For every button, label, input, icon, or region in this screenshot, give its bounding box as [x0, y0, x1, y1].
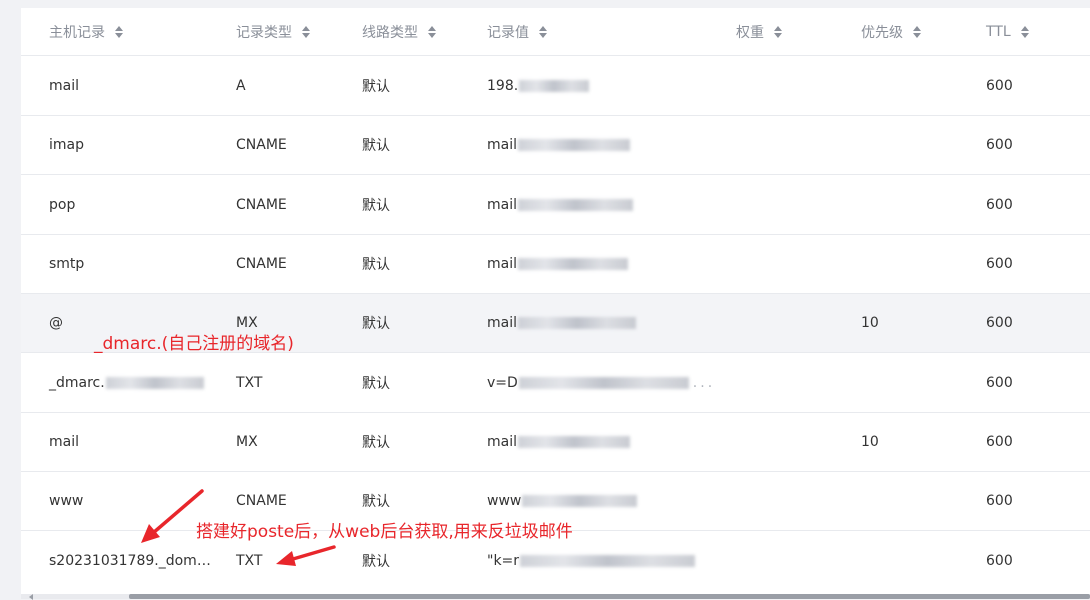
line-cell: 默认 — [362, 376, 390, 392]
value-cell: mail — [487, 294, 636, 352]
poste-annotation: 搭建好poste后，从web后台获取,用来反垃圾邮件 — [196, 522, 573, 542]
table-row[interactable]: mail A 默认 198. 600 — [21, 57, 1090, 116]
host-text: _dmarc. — [49, 375, 105, 391]
line-cell: 默认 — [362, 138, 390, 154]
sort-icon[interactable] — [115, 25, 123, 38]
ttl-cell: 600 — [986, 493, 1013, 509]
ttl-cell: 600 — [986, 315, 1013, 331]
host-cell: mail — [49, 434, 79, 450]
redacted-value — [520, 554, 696, 567]
column-header-type-label: 记录类型 — [236, 24, 292, 41]
redacted-domain — [105, 377, 204, 389]
value-text: mail — [487, 315, 517, 331]
table-row[interactable]: imap CNAME 默认 mail 600 — [21, 116, 1090, 175]
column-header-weight-label: 权重 — [736, 24, 764, 41]
value-cell: mail — [487, 176, 633, 234]
value-text: mail — [487, 434, 517, 450]
column-header-priority-label: 优先级 — [861, 24, 903, 41]
value-cell: mail — [487, 413, 630, 471]
column-header-line[interactable]: 线路类型 — [362, 8, 436, 55]
table-row[interactable]: _dmarc. TXT 默认 v=D... 600 — [21, 354, 1090, 413]
ttl-cell: 600 — [986, 256, 1013, 272]
table-row[interactable]: mail MX 默认 mail 10 600 — [21, 413, 1090, 472]
redacted-value — [518, 377, 689, 389]
ttl-cell: 600 — [986, 552, 1013, 569]
redacted-value — [518, 139, 630, 151]
line-cell: 默认 — [362, 79, 390, 95]
column-header-ttl[interactable]: TTL — [986, 8, 1029, 55]
ttl-cell: 600 — [986, 197, 1013, 213]
value-cell: 198. — [487, 57, 590, 115]
line-cell: 默认 — [362, 435, 390, 451]
host-cell: _dmarc. — [49, 354, 204, 412]
scroll-left-arrow-icon[interactable] — [29, 594, 33, 600]
ttl-cell: 600 — [986, 375, 1013, 391]
dns-records-table: 主机记录 记录类型 线路类型 记录值 权重 优先级 TTL mail A 默认 … — [21, 8, 1090, 594]
line-cell: 默认 — [362, 316, 390, 332]
type-cell: MX — [236, 434, 258, 450]
host-cell: smtp — [49, 256, 85, 272]
table-row[interactable]: smtp CNAME 默认 mail 600 — [21, 235, 1090, 294]
sort-icon[interactable] — [774, 25, 782, 38]
redacted-value — [522, 495, 638, 507]
column-header-host-label: 主机记录 — [49, 24, 105, 41]
host-cell: imap — [49, 137, 84, 153]
type-cell: CNAME — [236, 137, 287, 153]
type-cell: TXT — [236, 375, 263, 391]
sort-icon[interactable] — [913, 25, 921, 38]
column-header-type[interactable]: 记录类型 — [236, 8, 310, 55]
value-cell: mail — [487, 235, 628, 293]
table-row[interactable]: pop CNAME 默认 mail 600 — [21, 176, 1090, 235]
redacted-value — [518, 436, 630, 448]
column-header-value-label: 记录值 — [487, 24, 529, 41]
value-text: "k=r — [487, 552, 520, 569]
column-header-host[interactable]: 主机记录 — [49, 8, 123, 55]
table-header: 主机记录 记录类型 线路类型 记录值 权重 优先级 TTL — [21, 8, 1090, 56]
type-cell: CNAME — [236, 256, 287, 272]
host-cell: s20231031789._dom… — [49, 552, 211, 569]
value-cell: mail — [487, 116, 630, 174]
scrollbar-thumb[interactable] — [129, 594, 1090, 599]
host-cell: pop — [49, 197, 76, 213]
column-header-ttl-label: TTL — [986, 23, 1011, 40]
host-cell: mail — [49, 78, 79, 94]
ellipsis-icon: ... — [692, 375, 716, 391]
column-header-priority[interactable]: 优先级 — [861, 8, 921, 55]
ttl-cell: 600 — [986, 434, 1013, 450]
value-text: mail — [487, 256, 517, 272]
value-text: v=D — [487, 375, 518, 391]
dmarc-annotation: _dmarc.(自己注册的域名) — [94, 334, 294, 354]
type-cell: A — [236, 78, 246, 94]
priority-cell: 10 — [861, 434, 879, 450]
line-cell: 默认 — [362, 198, 390, 214]
ttl-cell: 600 — [986, 137, 1013, 153]
priority-cell: 10 — [861, 315, 879, 331]
ttl-cell: 600 — [986, 78, 1013, 94]
horizontal-scrollbar[interactable] — [21, 594, 1090, 600]
line-cell: 默认 — [362, 257, 390, 273]
host-cell: @ — [49, 315, 63, 331]
value-text: 198. — [487, 78, 519, 94]
value-text: www — [487, 493, 522, 509]
sort-icon[interactable] — [1020, 25, 1029, 38]
column-header-line-label: 线路类型 — [362, 24, 418, 41]
value-text: mail — [487, 137, 517, 153]
redacted-value — [518, 258, 628, 270]
value-text: mail — [487, 197, 517, 213]
column-header-weight[interactable]: 权重 — [736, 8, 782, 55]
redacted-value — [518, 317, 636, 329]
host-cell: www — [49, 493, 84, 509]
type-cell: CNAME — [236, 197, 287, 213]
sort-icon[interactable] — [428, 25, 436, 38]
sort-icon[interactable] — [302, 25, 310, 38]
value-cell: v=D... — [487, 354, 715, 412]
sort-icon[interactable] — [539, 25, 547, 38]
column-header-value[interactable]: 记录值 — [487, 8, 547, 55]
redacted-value — [519, 80, 590, 92]
redacted-value — [518, 199, 633, 211]
